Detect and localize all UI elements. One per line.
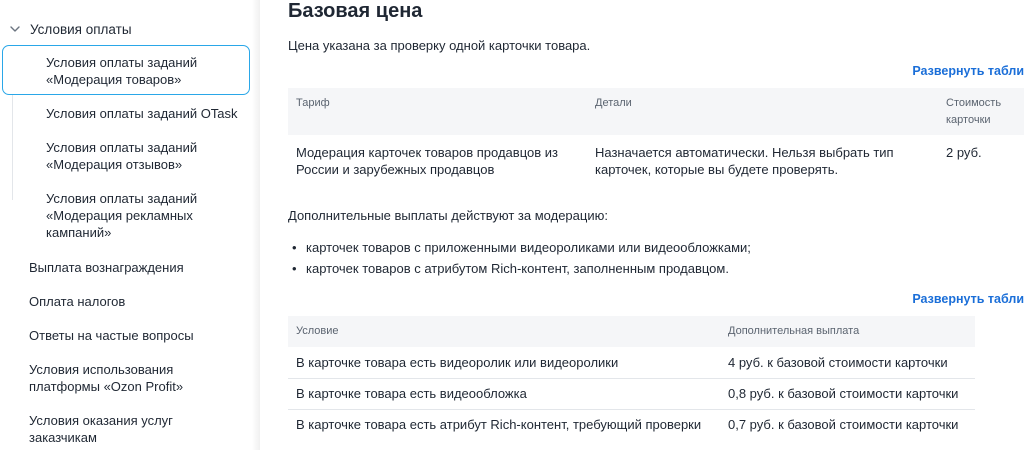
sidebar-subitem-review-moderation[interactable]: Условия оплаты заданий «Модерация отзыво…	[46, 139, 246, 173]
table2-header-condition: Условие	[296, 325, 339, 337]
row-divider	[288, 409, 975, 410]
sidebar-item-customer-terms[interactable]: Условия оказания услуг заказчикам	[29, 412, 244, 446]
row-divider	[288, 378, 975, 379]
sidebar-section-payment-terms[interactable]: Условия оплаты	[8, 18, 132, 40]
sidebar-subitem-ad-moderation[interactable]: Условия оплаты заданий «Модерация реклам…	[46, 190, 246, 241]
sidebar-edge	[252, 0, 260, 450]
list-item: карточек товаров с атрибутом Rich-контен…	[292, 261, 729, 276]
main-content: Базовая цена Цена указана за проверку од…	[288, 0, 1024, 450]
sidebar-item-reward-payout[interactable]: Выплата вознаграждения	[29, 259, 244, 276]
table-row: В карточке товара есть видеоролик или ви…	[288, 354, 975, 378]
table2-cell-payment: 4 руб. к базовой стоимости карточки	[728, 355, 948, 370]
sidebar-item-taxes[interactable]: Оплата налогов	[29, 293, 244, 310]
table2-cell-condition: В карточке товара есть видеоролик или ви…	[296, 355, 619, 370]
intro-text: Цена указана за проверку одной карточки …	[288, 38, 591, 53]
chevron-down-icon	[10, 26, 20, 32]
table-row: В карточке товара есть атрибут Rich-конт…	[288, 416, 975, 440]
sidebar-item-platform-terms[interactable]: Условия использования платформы «Ozon Pr…	[29, 361, 244, 395]
table1-header-price: Стоимость карточки	[946, 97, 1002, 126]
table1-header: Тариф Детали Стоимость карточки	[288, 88, 1024, 135]
expand-table-link-2[interactable]: Развернуть табли	[912, 292, 1024, 306]
table1-cell-details: Назначается автоматически. Нельзя выбрат…	[595, 145, 894, 177]
sidebar-subitem-product-moderation[interactable]: Условия оплаты заданий «Модерация товаро…	[46, 54, 246, 88]
table1-cell-tariff: Модерация карточек товаров продавцов из …	[296, 145, 558, 177]
list-item: карточек товаров с приложенными видеорол…	[292, 240, 751, 255]
table2-cell-payment: 0,8 руб. к базовой стоимости карточки	[728, 386, 959, 401]
table1-cell-price: 2 руб.	[946, 145, 982, 160]
table2-cell-payment: 0,7 руб. к базовой стоимости карточки	[728, 417, 959, 432]
table2-cell-condition: В карточке товара есть видеообложка	[296, 386, 527, 401]
expand-table-link[interactable]: Развернуть табли	[912, 64, 1024, 78]
sidebar-section-label: Условия оплаты	[30, 21, 132, 37]
extra-payments-text: Дополнительные выплаты действуют за моде…	[288, 208, 608, 223]
sidebar-subitem-otask[interactable]: Условия оплаты заданий OTask	[46, 105, 246, 122]
table-row: В карточке товара есть видеообложка 0,8 …	[288, 385, 975, 409]
sidebar-item-faq[interactable]: Ответы на частые вопросы	[29, 327, 244, 344]
table2-header-extra-payment: Дополнительная выплата	[728, 325, 860, 337]
table1-header-details: Детали	[595, 97, 632, 109]
page-title: Базовая цена	[288, 0, 423, 22]
table-row: Модерация карточек товаров продавцов из …	[288, 143, 1024, 193]
table1-header-tariff: Тариф	[296, 97, 330, 109]
sidebar: Условия оплаты Условия оплаты заданий «М…	[0, 0, 262, 450]
table2-cell-condition: В карточке товара есть атрибут Rich-конт…	[296, 417, 702, 432]
table2-header: Условие Дополнительная выплата	[288, 316, 975, 347]
